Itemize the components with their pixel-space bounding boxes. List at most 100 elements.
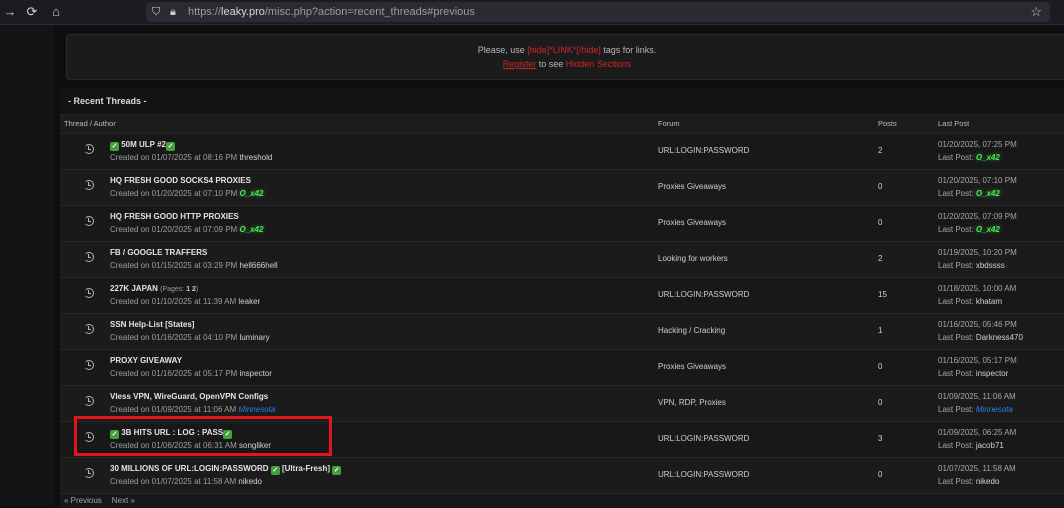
- thread-title-link[interactable]: 227K JAPAN (Pages: 1 2): [110, 284, 198, 293]
- pagination: « Previous Next »: [64, 496, 145, 505]
- thread-created: Created on 01/15/2025 at 03:29 PM hell66…: [110, 261, 278, 270]
- posts-count: 2: [878, 146, 883, 155]
- left-rail: [0, 25, 54, 506]
- forum-link[interactable]: Looking for workers: [658, 254, 728, 263]
- thread-title-link[interactable]: Vless VPN, WireGuard, OpenVPN Configs: [110, 392, 268, 401]
- last-post-author-link[interactable]: inspector: [976, 369, 1008, 378]
- col-thread-author: Thread / Author: [64, 119, 116, 128]
- table-row: SSN Help-List [States] Created on 01/16/2…: [60, 314, 1064, 350]
- lock-icon[interactable]: 🔒︎: [170, 4, 176, 20]
- thread-author-link[interactable]: hell666hell: [239, 261, 277, 270]
- history-icon: [84, 288, 94, 298]
- checkmark-icon: ✓: [332, 466, 342, 475]
- pages-indicator[interactable]: (Pages: 1 2): [160, 286, 198, 293]
- thread-author-link[interactable]: Minnesota: [238, 405, 275, 414]
- forum-link[interactable]: URL:LOGIN:PASSWORD: [658, 470, 749, 479]
- last-post-info: Last Post: O_x42: [938, 225, 1000, 234]
- last-post-author-link[interactable]: O_x42: [976, 225, 1000, 234]
- last-post-author-link[interactable]: nikedo: [976, 477, 1000, 486]
- last-post-author-link[interactable]: xbdssss: [976, 261, 1005, 270]
- table-row: 227K JAPAN (Pages: 1 2) Created on 01/10/…: [60, 278, 1064, 314]
- posts-count: 15: [878, 290, 887, 299]
- thread-title-link[interactable]: HQ FRESH GOOD HTTP PROXIES: [110, 212, 239, 221]
- last-post-date[interactable]: 01/16/2025, 05:17 PM: [938, 356, 1017, 365]
- star-icon[interactable]: ☆: [1030, 4, 1042, 20]
- last-post-date[interactable]: 01/20/2025, 07:25 PM: [938, 140, 1017, 149]
- thread-title-link[interactable]: 30 MILLIONS OF URL:LOGIN:PASSWORD ✓ [Ult…: [110, 464, 342, 475]
- recent-threads-panel: - Recent Threads - Thread / Author Forum…: [60, 88, 1064, 508]
- previous-page-link[interactable]: « Previous: [64, 496, 102, 505]
- forum-link[interactable]: Proxies Giveaways: [658, 362, 726, 371]
- last-post-author-link[interactable]: jacob71: [976, 441, 1004, 450]
- forum-link[interactable]: VPN, RDP, Proxies: [658, 398, 726, 407]
- url-text[interactable]: https://leaky.pro/misc.php?action=recent…: [188, 5, 475, 19]
- checkmark-icon: ✓: [110, 142, 119, 151]
- forum-link[interactable]: URL:LOGIN:PASSWORD: [658, 290, 749, 299]
- thread-author-link[interactable]: threshold: [239, 153, 272, 162]
- last-post-date[interactable]: 01/20/2025, 07:10 PM: [938, 176, 1017, 185]
- register-link[interactable]: Register: [503, 59, 537, 69]
- table-row: ✓ 50M ULP #2 ✓ Created on 01/07/2025 at 08…: [60, 134, 1064, 170]
- thread-title-link[interactable]: HQ FRESH GOOD SOCKS4 PROXIES: [110, 176, 251, 185]
- thread-created: Created on 01/20/2025 at 07:10 PM O_x42: [110, 189, 264, 198]
- toolbar-divider: [0, 24, 1064, 25]
- col-forum: Forum: [658, 119, 680, 128]
- last-post-author-link[interactable]: Darkness470: [976, 333, 1023, 342]
- thread-created: Created on 01/16/2025 at 04:10 PM lumina…: [110, 333, 270, 342]
- thread-title-link[interactable]: ✓ 3B HITS URL : LOG : PASS ✓: [110, 428, 233, 439]
- notice-line: Please, use [hide]*LINK*[/hide] tags for…: [477, 45, 657, 55]
- last-post-date[interactable]: 01/20/2025, 07:09 PM: [938, 212, 1017, 221]
- thread-created: Created on 01/06/2025 at 06:31 AM songli…: [110, 441, 272, 450]
- forum-link[interactable]: URL:LOGIN:PASSWORD: [658, 146, 749, 155]
- forum-link[interactable]: Hacking / Cracking: [658, 326, 725, 335]
- posts-count: 1: [878, 326, 883, 335]
- table-header: Thread / Author Forum Posts Last Post: [60, 115, 1064, 134]
- last-post-author-link[interactable]: Minnesota: [976, 405, 1013, 414]
- table-row: PROXY GIVEAWAY Created on 01/16/2025 at 0…: [60, 350, 1064, 386]
- posts-count: 3: [878, 434, 883, 443]
- forum-link[interactable]: Proxies Giveaways: [658, 182, 726, 191]
- thread-author-link[interactable]: leaker: [238, 297, 260, 306]
- thread-author-link[interactable]: O_x42: [239, 225, 263, 234]
- last-post-date[interactable]: 01/09/2025, 06:25 AM: [938, 428, 1016, 437]
- thread-author-link[interactable]: O_x42: [239, 189, 263, 198]
- checkmark-icon: ✓: [166, 142, 175, 151]
- browser-toolbar: → ⟳ ⌂ ⛉ 🔒︎ https://leaky.pro/misc.php?ac…: [0, 0, 1064, 24]
- last-post-info: Last Post: Darkness470: [938, 333, 1023, 342]
- table-row: FB / GOOGLE TRAFFERS Created on 01/15/202…: [60, 242, 1064, 278]
- thread-title-link[interactable]: FB / GOOGLE TRAFFERS: [110, 248, 207, 257]
- thread-author-link[interactable]: nikedo: [238, 477, 262, 486]
- last-post-author-link[interactable]: O_x42: [976, 189, 1000, 198]
- last-post-info: Last Post: Minnesota: [938, 405, 1013, 414]
- reload-icon[interactable]: ⟳: [24, 4, 40, 20]
- home-icon[interactable]: ⌂: [48, 4, 64, 20]
- panel-header: - Recent Threads -: [60, 88, 1064, 115]
- history-icon: [84, 324, 94, 334]
- history-icon: [84, 144, 94, 154]
- last-post-date[interactable]: 01/07/2025, 11:58 AM: [938, 464, 1016, 473]
- last-post-info: Last Post: O_x42: [938, 153, 1000, 162]
- last-post-date[interactable]: 01/19/2025, 10:20 PM: [938, 248, 1017, 257]
- next-page-link[interactable]: Next »: [112, 496, 135, 505]
- forum-link[interactable]: Proxies Giveaways: [658, 218, 726, 227]
- forum-link[interactable]: URL:LOGIN:PASSWORD: [658, 434, 749, 443]
- address-bar[interactable]: ⛉ 🔒︎ https://leaky.pro/misc.php?action=r…: [146, 2, 1050, 22]
- table-row: Vless VPN, WireGuard, OpenVPN Configs Cre…: [60, 386, 1064, 422]
- thread-title-link[interactable]: ✓ 50M ULP #2 ✓: [110, 140, 175, 151]
- hidden-sections-link[interactable]: Hidden Sections: [566, 59, 632, 69]
- shield-icon[interactable]: ⛉: [152, 4, 160, 20]
- last-post-author-link[interactable]: O_x42: [976, 153, 1000, 162]
- checkmark-icon: ✓: [223, 430, 233, 439]
- thread-author-link[interactable]: songliker: [239, 441, 271, 450]
- thread-title-link[interactable]: PROXY GIVEAWAY: [110, 356, 182, 365]
- history-icon: [84, 252, 94, 262]
- panel-title: - Recent Threads -: [68, 96, 147, 106]
- thread-title-link[interactable]: SSN Help-List [States]: [110, 320, 194, 329]
- last-post-author-link[interactable]: khatam: [976, 297, 1002, 306]
- last-post-date[interactable]: 01/18/2025, 10:00 AM: [938, 284, 1016, 293]
- thread-author-link[interactable]: inspector: [239, 369, 271, 378]
- last-post-date[interactable]: 01/16/2025, 05:46 PM: [938, 320, 1017, 329]
- last-post-date[interactable]: 01/09/2025, 11:06 AM: [938, 392, 1016, 401]
- back-arrow-icon[interactable]: →: [2, 4, 18, 20]
- thread-author-link[interactable]: luminary: [239, 333, 269, 342]
